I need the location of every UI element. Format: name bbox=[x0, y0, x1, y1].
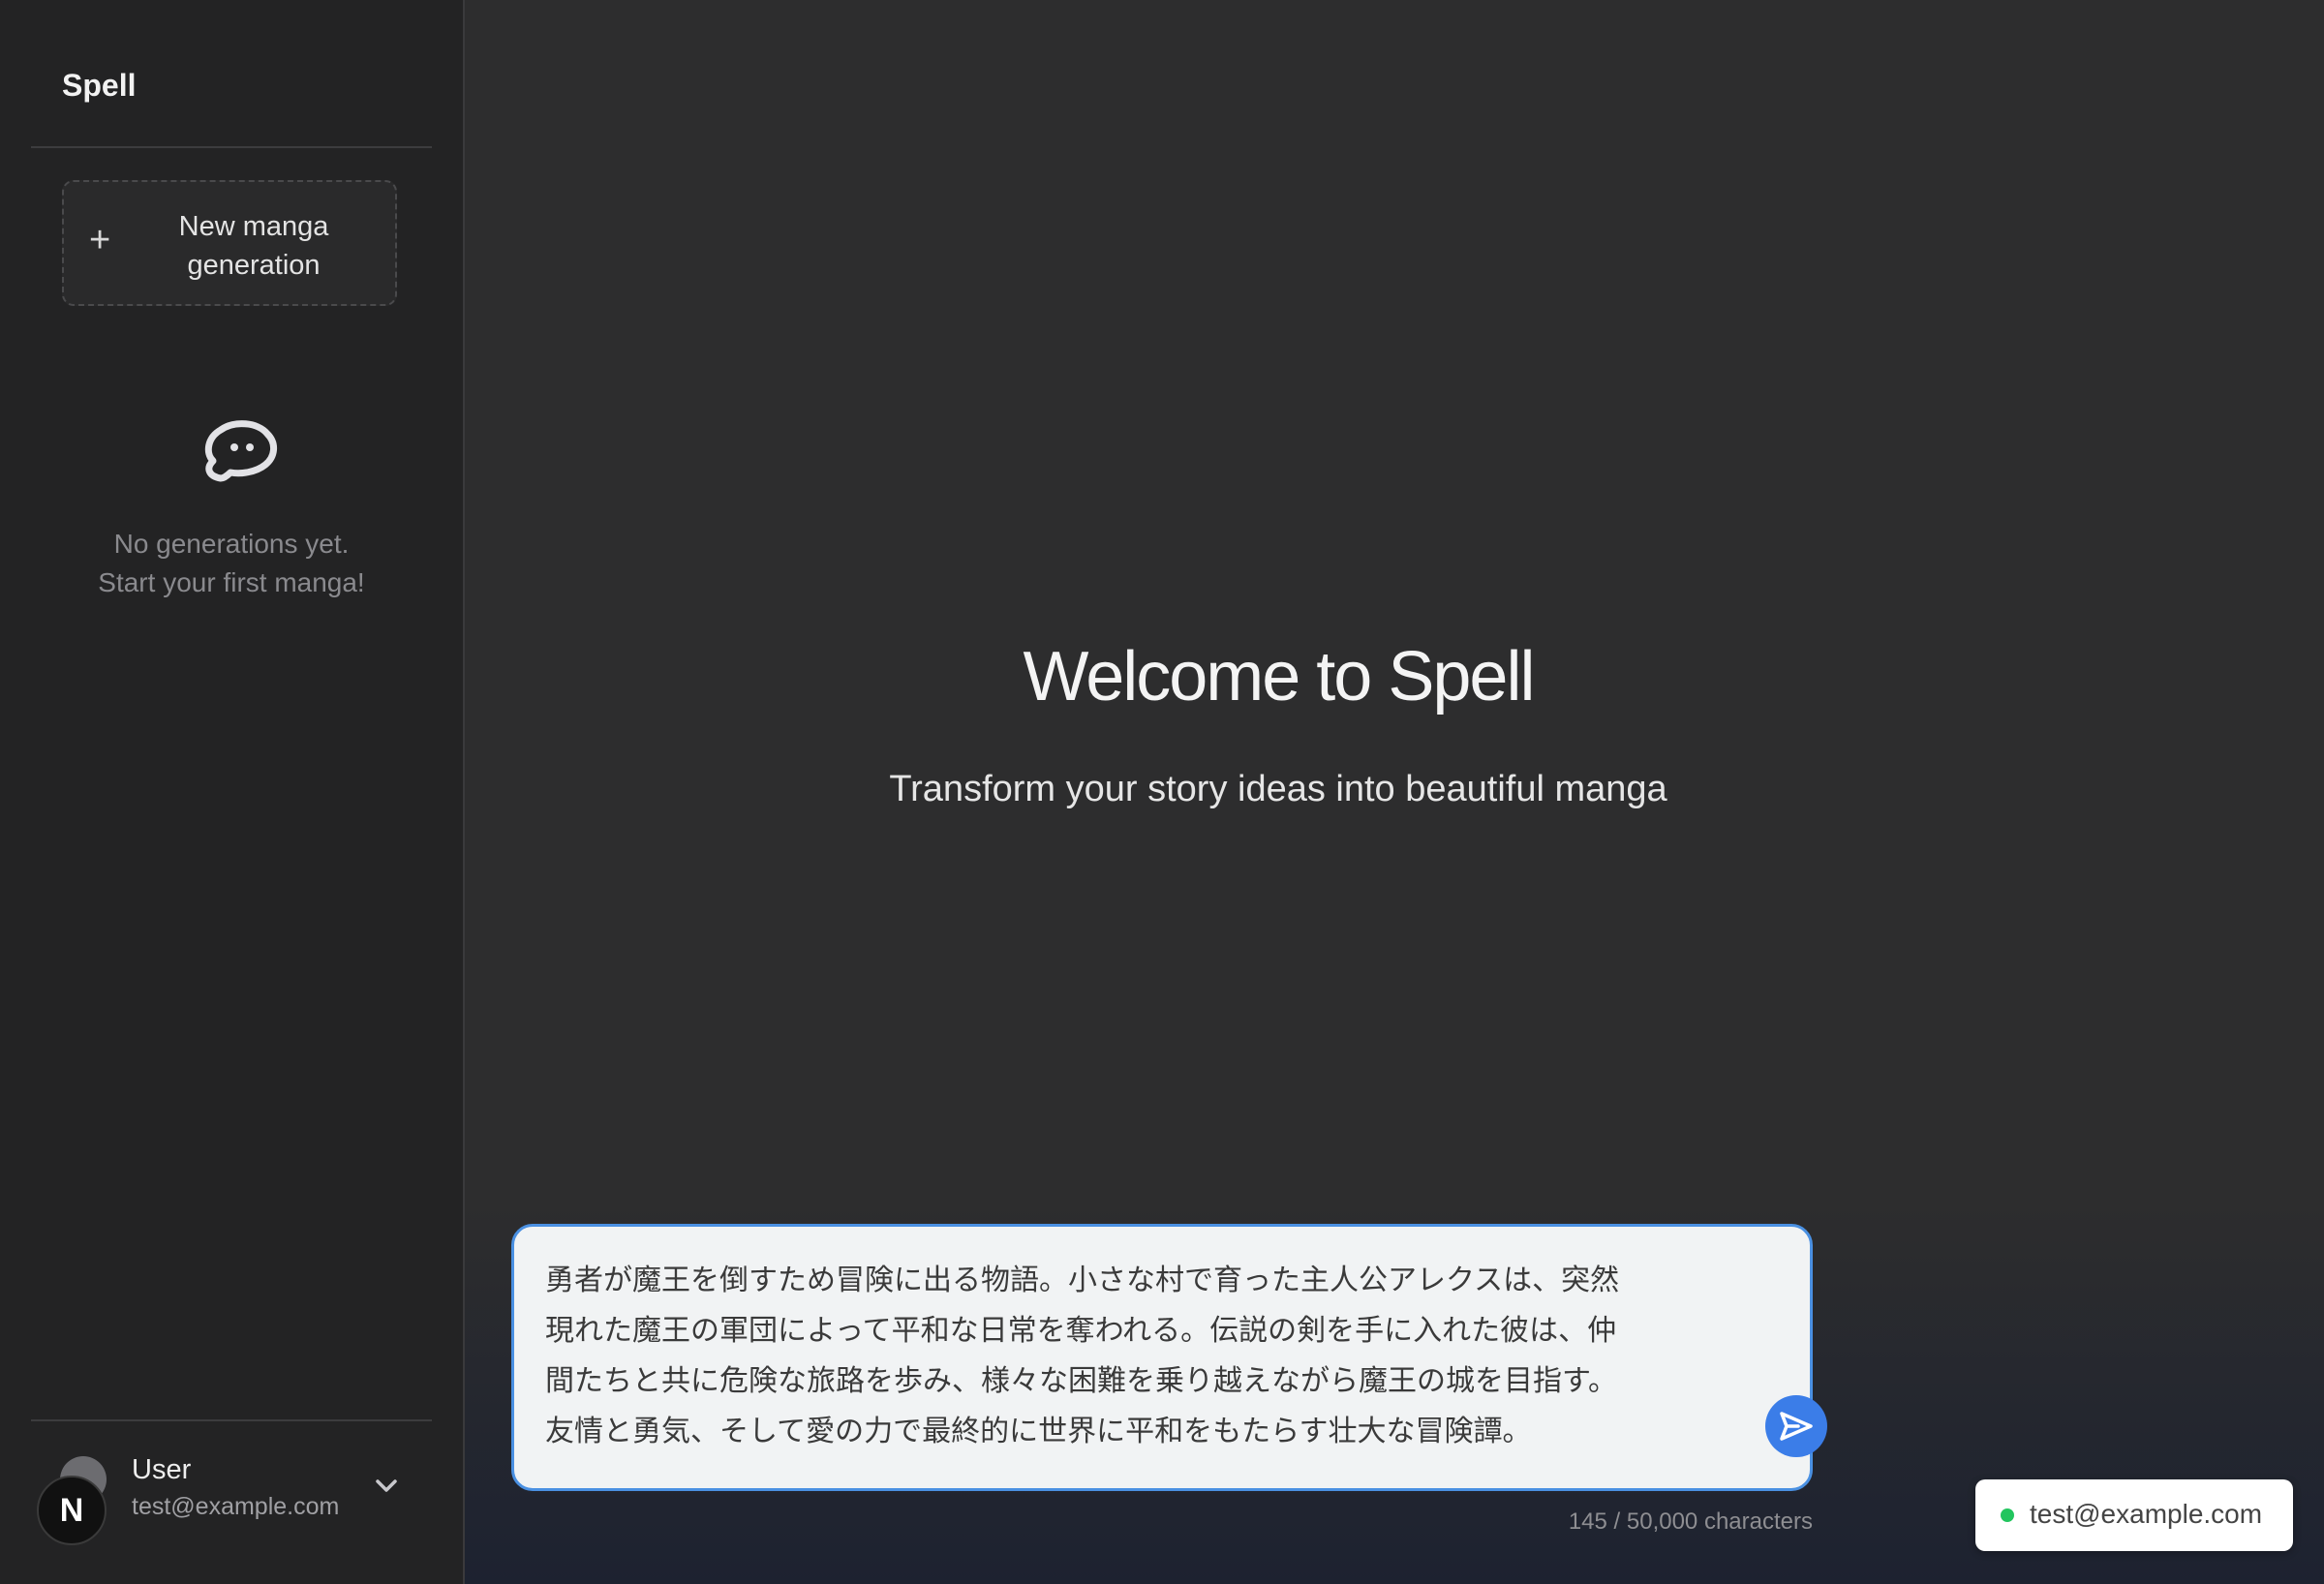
new-manga-generation-button[interactable]: + New manga generation bbox=[62, 180, 397, 306]
empty-state-line-2: Start your first manga! bbox=[98, 567, 365, 597]
toast-email: test@example.com bbox=[2030, 1499, 2263, 1529]
app-window: Spell + New manga generation No generati… bbox=[0, 0, 2324, 1584]
send-button[interactable] bbox=[1765, 1395, 1827, 1457]
status-dot bbox=[2001, 1508, 2014, 1522]
main-content: Welcome to Spell Transform your story id… bbox=[465, 0, 2324, 1584]
session-toast: test@example.com bbox=[1975, 1479, 2293, 1551]
chevron-down-icon[interactable] bbox=[372, 1472, 401, 1501]
character-count: 145 / 50,000 characters bbox=[1568, 1508, 1813, 1535]
page-title: Welcome to Spell bbox=[1023, 638, 1536, 716]
user-email: test@example.com bbox=[132, 1493, 340, 1520]
story-prompt-input[interactable]: 勇者が魔王を倒すため冒険に出る物語。小さな村で育った主人公アレクスは、突然 現れ… bbox=[511, 1224, 1827, 1491]
story-prompt-text[interactable]: 勇者が魔王を倒すため冒険に出る物語。小さな村で育った主人公アレクスは、突然 現れ… bbox=[545, 1256, 1688, 1457]
new-manga-generation-label: New manga generation bbox=[178, 211, 329, 281]
n-logo-badge[interactable]: N bbox=[37, 1476, 107, 1545]
sidebar-divider bbox=[31, 1419, 432, 1421]
empty-state-message: No generations yet. Start your first man… bbox=[31, 525, 432, 602]
chat-bubble-face-icon bbox=[201, 418, 281, 486]
plus-icon: + bbox=[89, 220, 111, 260]
send-icon bbox=[1780, 1412, 1813, 1441]
page-subtitle: Transform your story ideas into beautifu… bbox=[889, 769, 1667, 809]
sidebar-divider bbox=[31, 146, 432, 148]
user-name: User bbox=[132, 1454, 192, 1485]
brand-title: Spell bbox=[62, 68, 137, 103]
empty-state-line-1: No generations yet. bbox=[113, 529, 350, 559]
